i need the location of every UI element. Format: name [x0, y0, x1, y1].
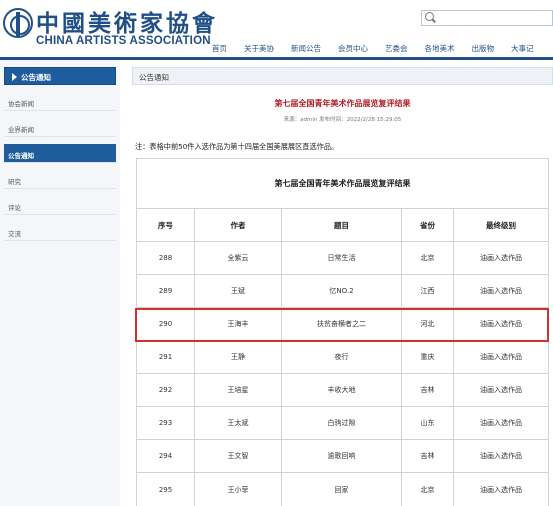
- table-row: 292 王培星 丰收大地 吉林 油画入选作品: [137, 374, 548, 407]
- column-header-author: 作者: [195, 209, 282, 241]
- association-emblem-icon[interactable]: [3, 8, 33, 38]
- cell-author: 王培星: [195, 374, 282, 406]
- cell-province: 重庆: [402, 341, 454, 373]
- table-row: 294 王文智 逾歌回响 吉林 油画入选作品: [137, 440, 548, 473]
- panel-title: 公告通知: [139, 73, 169, 82]
- cell-author: 全紫云: [195, 242, 282, 274]
- cell-level: 油画入选作品: [480, 254, 522, 262]
- sidebar-item-industry-news[interactable]: 业界新闻: [4, 118, 116, 137]
- column-header-province: 省份: [402, 209, 454, 241]
- cell-title: 白驹过隙: [282, 407, 402, 439]
- nav-item-members[interactable]: 会员中心: [338, 43, 368, 54]
- cell-province: 山东: [402, 407, 454, 439]
- sidebar: 公告通知 协会新闻 业界新闻 公告通知 研究 评论 交流: [0, 60, 120, 506]
- cell-title: 忆NO.2: [282, 275, 402, 307]
- cell-level: 油画入选作品: [480, 452, 522, 460]
- cell-title: 日常生活: [282, 242, 402, 274]
- sidebar-title: 公告通知: [4, 67, 116, 85]
- cell-level: 油画入选作品: [480, 353, 522, 361]
- cell-author: 王小菲: [195, 473, 282, 506]
- cell-title: 逾歌回响: [282, 440, 402, 472]
- nav-item-home[interactable]: 首页: [212, 43, 227, 54]
- cell-number: 292: [137, 374, 195, 406]
- cell-author: 王斌: [195, 275, 282, 307]
- cell-number: 288: [137, 242, 195, 274]
- cell-level: 油画入选作品: [480, 485, 522, 494]
- table-row: 291 王静 夜行 重庆 油画入选作品: [137, 341, 548, 374]
- highlight-box: [135, 308, 549, 342]
- nav-item-news[interactable]: 新闻公告: [291, 43, 321, 54]
- article-meta: 来源：admin 发布时间：2022/2/28 15:29:05: [283, 117, 402, 123]
- table-row: 293 王太斌 白驹过隙 山东 油画入选作品: [137, 407, 548, 440]
- sidebar-item-association-news[interactable]: 协会新闻: [4, 92, 116, 111]
- nav-item-about[interactable]: 关于美协: [244, 43, 274, 54]
- cell-province: 吉林: [402, 440, 454, 472]
- cell-title: 夜行: [282, 341, 402, 373]
- logo-chinese-name[interactable]: 中國美術家協會: [36, 4, 218, 38]
- table-header-row: 序号 作者 题目 省份 最终级别: [137, 209, 548, 242]
- article-note: 注：表格中前50件入选作品为第十四届全国美展展区直选作品。: [135, 142, 339, 151]
- nav-item-committee[interactable]: 艺委会: [385, 43, 408, 54]
- cell-level: 油画入选作品: [480, 287, 522, 295]
- article-title: 第七届全国青年美术作品展览复评结果: [274, 99, 411, 108]
- cell-number: 294: [137, 440, 195, 472]
- sidebar-title-label: 公告通知: [21, 73, 51, 82]
- cell-author: 王文智: [195, 440, 282, 472]
- sidebar-item-research[interactable]: 研究: [4, 170, 116, 189]
- cell-level: 油画入选作品: [480, 419, 522, 427]
- sidebar-item-reviews[interactable]: 评论: [4, 196, 116, 215]
- logo-english-name[interactable]: CHINA ARTISTS ASSOCIATION: [36, 35, 211, 47]
- table-row: 295 王小菲 回家 北京 油画入选作品: [137, 473, 548, 506]
- main-content: 公告通知 第七届全国青年美术作品展览复评结果 来源：admin 发布时间：202…: [132, 60, 553, 506]
- table-row: 288 全紫云 日常生活 北京 油画入选作品: [137, 242, 548, 275]
- cell-number: 289: [137, 275, 195, 307]
- nav-item-events[interactable]: 大事记: [511, 43, 534, 54]
- column-header-level: 最终级别: [486, 220, 516, 230]
- cell-number: 293: [137, 407, 195, 439]
- nav-item-publications[interactable]: 出版物: [472, 43, 495, 54]
- search-input[interactable]: [421, 10, 553, 26]
- panel-header: 公告通知: [132, 67, 553, 85]
- table-caption: 第七届全国青年美术作品展览复评结果: [137, 159, 548, 209]
- site-header: 中國美術家協會 CHINA ARTISTS ASSOCIATION 首页 关于美协…: [0, 0, 553, 60]
- cell-province: 北京: [402, 242, 454, 274]
- column-header-number: 序号: [137, 209, 195, 241]
- arrow-right-icon: [12, 73, 17, 81]
- cell-province: 北京: [402, 473, 454, 506]
- table-body: 288 全紫云 日常生活 北京 油画入选作品 289 王斌 忆NO.2 江西 油画入选作品 290 王…: [137, 242, 548, 506]
- nav-item-regional[interactable]: 各地美术: [425, 43, 455, 54]
- cell-province: 吉林: [402, 374, 454, 406]
- sidebar-item-exchange[interactable]: 交流: [4, 222, 116, 241]
- cell-level: 油画入选作品: [480, 386, 522, 394]
- cell-author: 王太斌: [195, 407, 282, 439]
- column-header-title: 题目: [282, 209, 402, 241]
- table-row: 289 王斌 忆NO.2 江西 油画入选作品: [137, 275, 548, 308]
- main-nav: 首页 关于美协 新闻公告 会员中心 艺委会 各地美术 出版物 大事记: [212, 36, 551, 53]
- search-icon[interactable]: [425, 12, 434, 21]
- cell-number: 295: [137, 473, 195, 506]
- cell-author: 王静: [195, 341, 282, 373]
- cell-title: 回家: [282, 473, 402, 506]
- sidebar-item-announcements[interactable]: 公告通知: [4, 144, 116, 163]
- cell-province: 江西: [402, 275, 454, 307]
- cell-number: 291: [137, 341, 195, 373]
- cell-title: 丰收大地: [282, 374, 402, 406]
